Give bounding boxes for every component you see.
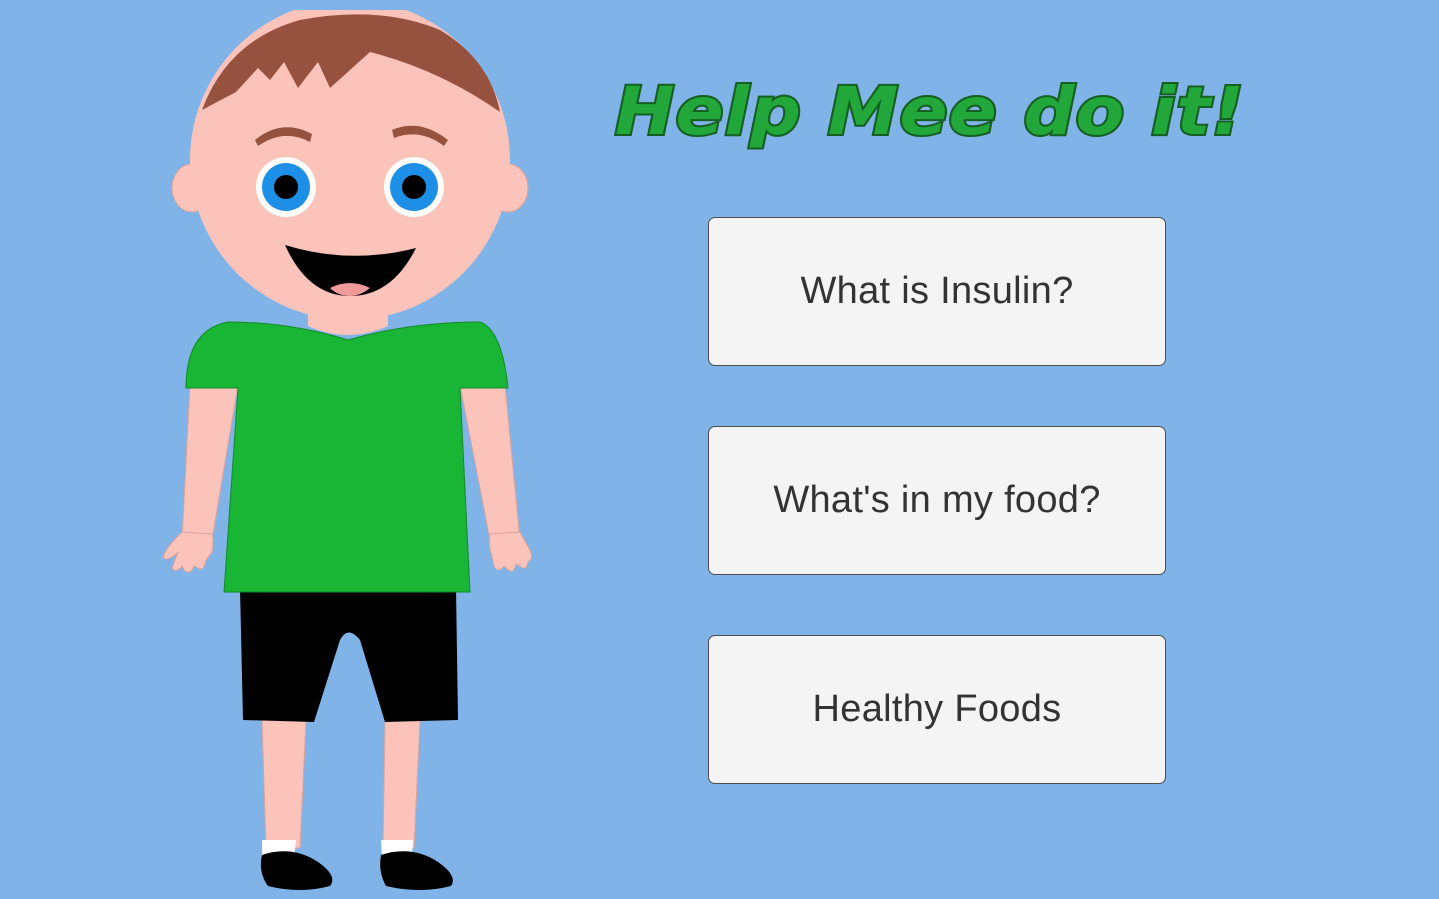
whats-in-my-food-button[interactable]: What's in my food? [708, 426, 1166, 575]
what-is-insulin-label: What is Insulin? [800, 270, 1074, 312]
boy-shirt [185, 321, 509, 593]
app-screen: Help Mee do it! What is Insulin? What's … [0, 0, 1439, 899]
boy-shorts [240, 588, 458, 722]
boy-legs [260, 719, 453, 890]
app-title-text: Help Mee do it! [615, 73, 1245, 150]
app-title: Help Mee do it! [613, 71, 1246, 150]
healthy-foods-label: Healthy Foods [812, 688, 1062, 730]
healthy-foods-button[interactable]: Healthy Foods [708, 635, 1166, 784]
whats-in-my-food-label: What's in my food? [773, 479, 1101, 521]
boy-left-eye [256, 157, 316, 217]
boy-right-eye [384, 157, 444, 217]
boy-character-illustration [162, 10, 533, 890]
what-is-insulin-button[interactable]: What is Insulin? [708, 217, 1166, 366]
